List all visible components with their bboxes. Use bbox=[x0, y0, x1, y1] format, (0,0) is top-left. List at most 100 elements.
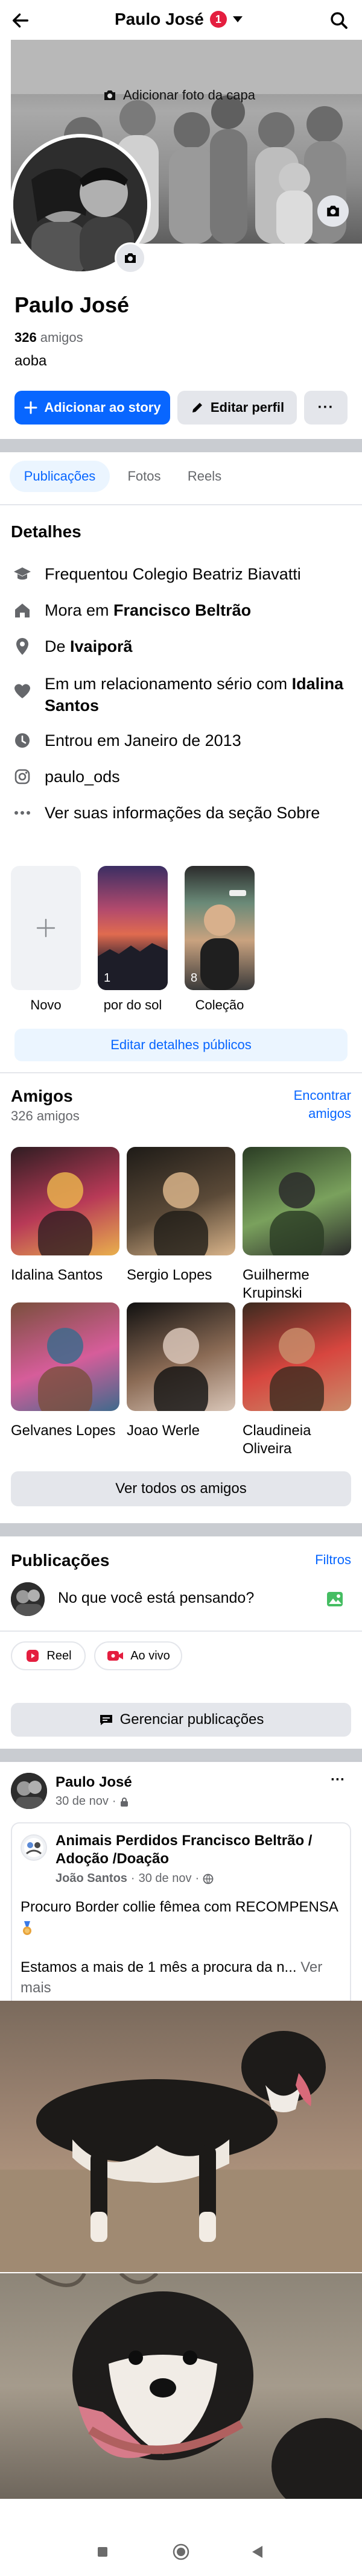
see-all-friends-label: Ver todos os amigos bbox=[115, 1480, 247, 1497]
composer-divider bbox=[0, 1631, 362, 1632]
filters-link[interactable]: Filtros bbox=[302, 1552, 351, 1568]
friends-count: 326 bbox=[14, 330, 37, 345]
caret-down-icon bbox=[232, 13, 244, 25]
detail-from-prefix: De bbox=[45, 637, 71, 655]
highlight-colecao[interactable]: 8 bbox=[185, 866, 255, 990]
detail-from-city[interactable]: Ivaiporã bbox=[70, 637, 133, 655]
live-button[interactable]: Ao vivo bbox=[94, 1641, 182, 1670]
instagram-icon bbox=[11, 766, 34, 788]
recent-apps-button[interactable] bbox=[95, 2545, 110, 2559]
detail-instagram[interactable]: paulo_ods bbox=[11, 766, 355, 788]
friend-photo bbox=[11, 1147, 119, 1255]
highlight-colecao-count-value: 8 bbox=[191, 971, 198, 985]
friend-photo bbox=[127, 1302, 235, 1411]
detail-instagram-text: paulo_ods bbox=[45, 768, 120, 786]
more-options-button[interactable]: ··· bbox=[304, 391, 348, 425]
find-friends-link[interactable]: Encontrar amigos bbox=[284, 1087, 351, 1123]
reel-button[interactable]: Reel bbox=[11, 1641, 86, 1670]
post-more-button[interactable]: ··· bbox=[331, 1772, 345, 1788]
shared-date[interactable]: 30 de nov bbox=[139, 1872, 192, 1886]
clock-icon bbox=[11, 730, 34, 751]
add-cover-photo-button[interactable]: Adicionar foto da capa bbox=[101, 86, 255, 105]
detail-lives-city[interactable]: Francisco Beltrão bbox=[113, 601, 251, 619]
pencil-icon bbox=[190, 400, 205, 415]
heart-icon bbox=[11, 680, 34, 702]
home-button[interactable] bbox=[171, 2542, 191, 2562]
location-pin-icon bbox=[11, 636, 34, 657]
friends-word: amigos bbox=[40, 330, 83, 345]
find-friends-link-line1: Encontrar bbox=[293, 1088, 351, 1103]
back-arrow-icon[interactable] bbox=[7, 7, 34, 34]
detail-lives: Mora em Francisco Beltrão bbox=[11, 599, 355, 621]
detail-relationship: Em um relacionamento sério com Idalina S… bbox=[11, 673, 355, 716]
tab-publicacoes[interactable]: Publicações bbox=[10, 461, 110, 492]
shared-text-line1: Procuro Border collie fêmea com RECOMPEN… bbox=[21, 1897, 344, 1938]
shared-group-avatar[interactable] bbox=[21, 1834, 47, 1861]
highlight-new[interactable] bbox=[11, 866, 81, 990]
edit-public-details-button[interactable]: Editar detalhes públicos bbox=[14, 1029, 348, 1061]
tab-reels-label: Reels bbox=[187, 469, 222, 484]
see-all-friends-button[interactable]: Ver todos os amigos bbox=[11, 1471, 351, 1506]
friend-name: Claudineia Oliveira bbox=[243, 1422, 311, 1457]
post-meta: 30 de nov · bbox=[56, 1795, 129, 1808]
post-author-avatar[interactable] bbox=[11, 1773, 47, 1809]
more-options-label: ··· bbox=[317, 399, 334, 415]
post-author-name[interactable]: Paulo José bbox=[56, 1774, 132, 1791]
profile-camera-button[interactable] bbox=[115, 242, 146, 274]
live-label: Ao vivo bbox=[130, 1649, 170, 1662]
add-story-button[interactable]: Adicionar ao story bbox=[14, 391, 170, 425]
friend-card[interactable]: Sergio Lopes bbox=[127, 1147, 235, 1284]
tab-publicacoes-label: Publicações bbox=[24, 469, 96, 484]
friend-card[interactable]: Joao Werle bbox=[127, 1302, 235, 1440]
friend-card[interactable]: Guilherme Krupinski bbox=[243, 1147, 351, 1302]
section-separator bbox=[0, 1523, 362, 1536]
profile-name-switcher[interactable]: Paulo José 1 bbox=[115, 8, 244, 30]
shared-text-line1-value: Procuro Border collie fêmea com RECOMPEN… bbox=[21, 1899, 338, 1915]
search-icon[interactable] bbox=[326, 7, 352, 34]
highlight-new-label: Novo bbox=[30, 997, 62, 1012]
post-image-1[interactable] bbox=[0, 2001, 362, 2272]
back-button[interactable] bbox=[249, 2543, 265, 2560]
friend-card[interactable]: Idalina Santos bbox=[11, 1147, 119, 1284]
post-date[interactable]: 30 de nov bbox=[56, 1795, 109, 1808]
profile-bio: aoba bbox=[14, 353, 47, 369]
post-image-2[interactable] bbox=[0, 2273, 362, 2499]
friends-title: Amigos bbox=[11, 1087, 73, 1105]
reel-label: Reel bbox=[46, 1649, 72, 1662]
graduation-cap-icon bbox=[11, 563, 34, 585]
friend-card[interactable]: Claudineia Oliveira bbox=[243, 1302, 351, 1458]
friend-name: Gelvanes Lopes bbox=[11, 1422, 116, 1439]
friends-divider bbox=[0, 1072, 362, 1073]
topbar-name: Paulo José bbox=[115, 10, 204, 28]
highlight-por-do-sol[interactable]: 1 bbox=[98, 866, 168, 990]
friend-card[interactable]: Gelvanes Lopes bbox=[11, 1302, 119, 1440]
section-separator bbox=[0, 1749, 362, 1762]
composer-avatar[interactable] bbox=[11, 1582, 45, 1616]
camera-icon bbox=[101, 87, 118, 104]
friend-photo bbox=[127, 1147, 235, 1255]
friends-count-line[interactable]: 326 amigos bbox=[14, 329, 83, 346]
manage-posts-button[interactable]: Gerenciar publicações bbox=[11, 1703, 351, 1737]
shared-group-name[interactable]: Animais Perdidos Francisco Beltrão / Ado… bbox=[56, 1832, 339, 1868]
medal-icon bbox=[21, 1921, 34, 1936]
ellipsis-icon bbox=[11, 802, 34, 824]
highlight-por-do-sol-count: 1 bbox=[104, 971, 110, 985]
detail-joined-text: Entrou em Janeiro de 2013 bbox=[45, 731, 241, 750]
tab-fotos[interactable]: Fotos bbox=[118, 461, 170, 492]
friend-photo bbox=[243, 1147, 351, 1255]
photo-gallery-icon[interactable] bbox=[325, 1589, 345, 1609]
composer-input[interactable]: No que você está pensando? bbox=[58, 1589, 254, 1607]
friend-photo bbox=[11, 1302, 119, 1411]
top-bar: Paulo José 1 bbox=[0, 0, 362, 40]
posts-title: Publicações bbox=[11, 1551, 110, 1570]
notification-badge: 1 bbox=[209, 11, 227, 28]
cover-camera-button[interactable] bbox=[317, 195, 349, 227]
edit-profile-button[interactable]: Editar perfil bbox=[177, 391, 297, 425]
detail-study-text: Frequentou Colegio Beatriz Biavatti bbox=[45, 565, 301, 583]
tab-reels[interactable]: Reels bbox=[179, 461, 230, 492]
detail-about-link[interactable]: Ver suas informações da seção Sobre bbox=[11, 802, 355, 824]
shared-author[interactable]: João Santos bbox=[56, 1872, 127, 1886]
shared-post-card[interactable]: Animais Perdidos Francisco Beltrão / Ado… bbox=[11, 1822, 351, 2001]
friend-name: Joao Werle bbox=[127, 1422, 200, 1439]
friends-count-text: 326 amigos bbox=[11, 1108, 80, 1123]
